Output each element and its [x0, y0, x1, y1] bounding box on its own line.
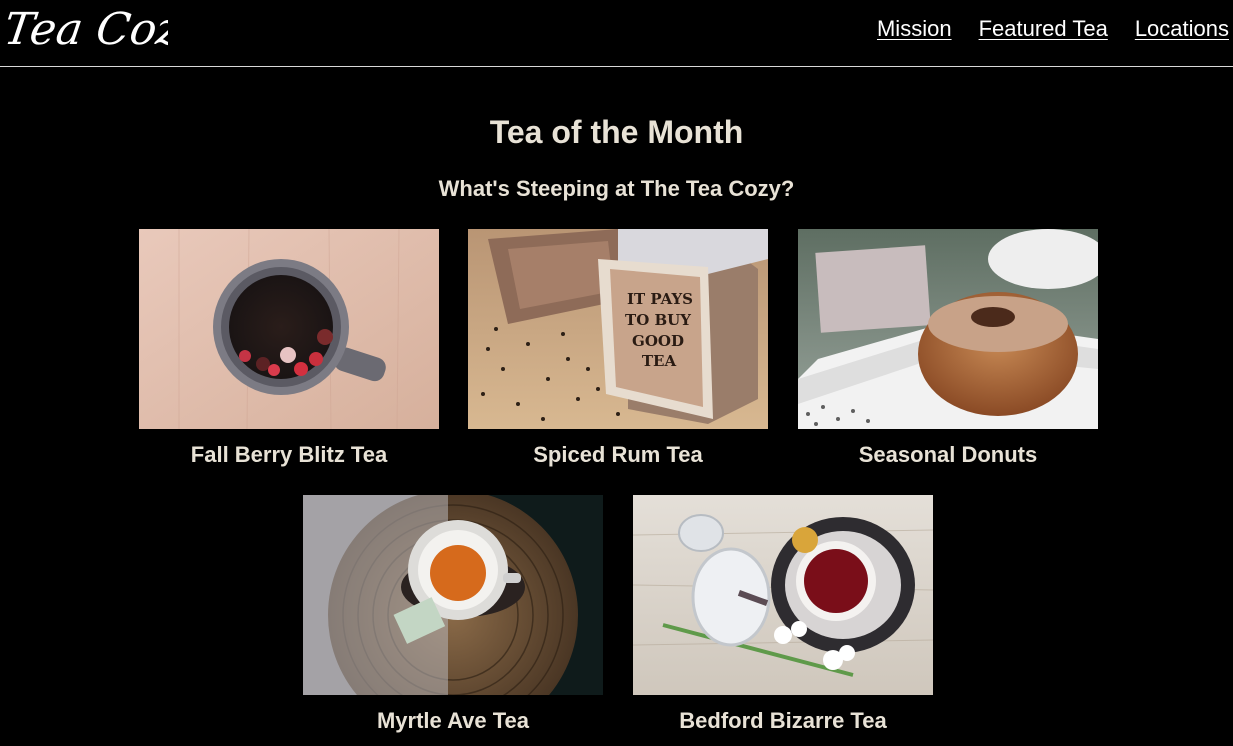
svg-text:GOOD: GOOD	[632, 332, 684, 350]
tea-name: Spiced Rum Tea	[533, 442, 703, 467]
fall-berry-blitz-image	[139, 229, 439, 429]
myrtle-ave-image	[303, 495, 603, 695]
tea-card-bedford-bizarre: Bedford Bizarre Tea	[633, 495, 933, 734]
tea-card-seasonal-donuts: Seasonal Donuts	[798, 229, 1098, 468]
tea-card-myrtle-ave: Myrtle Ave Tea	[303, 495, 603, 734]
main-nav: Mission Featured Tea Locations	[850, 16, 1229, 42]
svg-text:IT PAYS: IT PAYS	[627, 290, 693, 308]
seasonal-donuts-image	[798, 229, 1098, 429]
svg-text:TEA: TEA	[642, 352, 677, 370]
tea-card-fall-berry-blitz: Fall Berry Blitz Tea	[139, 229, 439, 468]
tea-name: Myrtle Ave Tea	[376, 708, 530, 733]
svg-text:TO BUY: TO BUY	[625, 311, 691, 329]
site-header: Tea Cozy Mission Featured Tea Locations	[0, 0, 1233, 67]
nav-link-mission[interactable]: Mission	[877, 16, 952, 42]
spiced-rum-image: IT PAYS TO BUY GOOD TEA	[468, 229, 768, 429]
bedford-bizarre-image	[633, 495, 933, 695]
tea-name: Bedford Bizarre Tea	[679, 708, 887, 733]
tea-cozy-logo[interactable]: Tea Cozy	[6, 4, 168, 62]
nav-link-featured-tea[interactable]: Featured Tea	[979, 16, 1108, 42]
nav-link-locations[interactable]: Locations	[1135, 16, 1229, 42]
tea-name: Seasonal Donuts	[858, 442, 1038, 467]
tea-card-spiced-rum: IT PAYS TO BUY GOOD TEA Spiced Rum Tea	[468, 229, 768, 468]
tea-name: Fall Berry Blitz Tea	[190, 442, 388, 467]
page-subtitle: What's Steeping at The Tea Cozy?	[438, 176, 795, 201]
page-title: Tea of the Month	[489, 114, 744, 150]
svg-text:Tea Cozy: Tea Cozy	[6, 4, 168, 55]
